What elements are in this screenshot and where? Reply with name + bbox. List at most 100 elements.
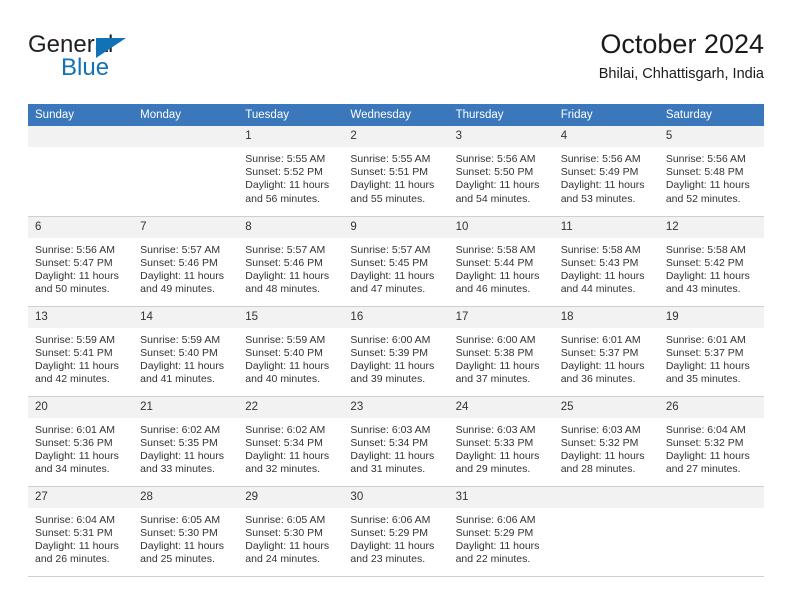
daylight-text-line2: and 27 minutes.: [665, 463, 741, 476]
sunrise-text: Sunrise: 5:57 AM: [245, 243, 326, 256]
sunset-text: Sunset: 5:38 PM: [455, 346, 534, 359]
sunrise-text: Sunrise: 6:05 AM: [140, 513, 221, 526]
daylight-text-line2: and 33 minutes.: [140, 463, 215, 476]
calendar-day-cell[interactable]: 21 Sunrise: 6:02 AM Sunset: 5:35 PM Dayligh…: [133, 396, 239, 487]
sunrise-text: Sunrise: 6:04 AM: [35, 513, 115, 526]
day-number: [658, 486, 764, 508]
daylight-text-line1: Daylight: 11 hours: [455, 449, 540, 462]
sunrise-text: Sunrise: 5:57 AM: [350, 243, 431, 256]
calendar-day-cell[interactable]: 28 Sunrise: 6:05 AM Sunset: 5:30 PM Dayligh…: [133, 486, 239, 577]
day-number: [553, 486, 659, 508]
day-details: Sunrise: 6:05 AM Sunset: 5:30 PM Daylight:…: [133, 508, 238, 567]
daylight-text-line2: and 40 minutes.: [245, 373, 320, 386]
calendar-day-cell[interactable]: 9 Sunrise: 5:57 AM Sunset: 5:45 PM Daylight…: [343, 216, 449, 307]
day-details: Sunrise: 6:00 AM Sunset: 5:39 PM Daylight:…: [343, 328, 448, 387]
sunset-text: Sunset: 5:45 PM: [350, 256, 429, 269]
calendar-day-cell[interactable]: 3 Sunrise: 5:56 AM Sunset: 5:50 PM Daylight…: [448, 126, 554, 217]
calendar-day-cell-empty: [28, 126, 134, 217]
sunset-text: Sunset: 5:34 PM: [350, 436, 429, 449]
calendar-day-cell[interactable]: 11 Sunrise: 5:58 AM Sunset: 5:43 PM Dayligh…: [553, 216, 659, 307]
day-details: Sunrise: 6:02 AM Sunset: 5:34 PM Daylight:…: [238, 418, 343, 477]
sunrise-text: Sunrise: 6:00 AM: [350, 333, 431, 346]
calendar-day-cell[interactable]: 6 Sunrise: 5:56 AM Sunset: 5:47 PM Daylight…: [28, 216, 134, 307]
daylight-text-line1: Daylight: 11 hours: [35, 539, 119, 552]
daylight-text-line1: Daylight: 11 hours: [140, 269, 224, 282]
sunrise-text: Sunrise: 6:02 AM: [140, 423, 221, 436]
daylight-text-line2: and 22 minutes.: [455, 553, 531, 566]
calendar-day-cell[interactable]: 22 Sunrise: 6:02 AM Sunset: 5:34 PM Dayligh…: [238, 396, 344, 487]
calendar-day-cell[interactable]: 10 Sunrise: 5:58 AM Sunset: 5:44 PM Dayligh…: [448, 216, 554, 307]
calendar-grid: Sunday Monday Tuesday Wednesday Thursday…: [28, 104, 764, 577]
sunset-text: Sunset: 5:46 PM: [140, 256, 218, 269]
calendar-day-cell[interactable]: 15 Sunrise: 5:59 AM Sunset: 5:40 PM Dayligh…: [238, 306, 344, 397]
daylight-text-line2: and 26 minutes.: [35, 553, 110, 566]
calendar-day-cell[interactable]: 24 Sunrise: 6:03 AM Sunset: 5:33 PM Dayligh…: [448, 396, 554, 487]
calendar-day-cell[interactable]: 8 Sunrise: 5:57 AM Sunset: 5:46 PM Daylight…: [238, 216, 344, 307]
day-details: Sunrise: 6:06 AM Sunset: 5:29 PM Daylight:…: [449, 508, 554, 567]
calendar-day-cell[interactable]: 12 Sunrise: 5:58 AM Sunset: 5:42 PM Dayligh…: [658, 216, 764, 307]
sunset-text: Sunset: 5:32 PM: [665, 436, 744, 449]
calendar-day-cell[interactable]: 16 Sunrise: 6:00 AM Sunset: 5:39 PM Dayligh…: [343, 306, 449, 397]
calendar-day-cell[interactable]: 20 Sunrise: 6:01 AM Sunset: 5:36 PM Dayligh…: [28, 396, 134, 487]
daylight-text-line1: Daylight: 11 hours: [140, 449, 224, 462]
calendar-day-cell[interactable]: 27 Sunrise: 6:04 AM Sunset: 5:31 PM Dayligh…: [28, 486, 134, 577]
sunrise-text: Sunrise: 6:03 AM: [560, 423, 641, 436]
calendar-week-row: 13 Sunrise: 5:59 AM Sunset: 5:41 PM Dayligh…: [28, 306, 764, 397]
calendar-day-cell[interactable]: 18 Sunrise: 6:01 AM Sunset: 5:37 PM Dayligh…: [553, 306, 659, 397]
calendar-body: 1 Sunrise: 5:55 AM Sunset: 5:52 PM Daylight…: [28, 126, 764, 577]
day-number: 19: [658, 306, 764, 328]
day-number: 21: [133, 396, 239, 418]
day-number: 3: [448, 126, 554, 147]
calendar-day-cell[interactable]: 14 Sunrise: 5:59 AM Sunset: 5:40 PM Dayligh…: [133, 306, 239, 397]
calendar-day-cell[interactable]: 2 Sunrise: 5:55 AM Sunset: 5:51 PM Daylight…: [343, 126, 449, 217]
daylight-text-line1: Daylight: 11 hours: [350, 269, 435, 282]
daylight-text-line2: and 36 minutes.: [560, 373, 636, 386]
day-number: 16: [343, 306, 449, 328]
daylight-text-line1: Daylight: 11 hours: [140, 359, 224, 372]
day-number: 13: [28, 306, 134, 328]
sunset-text: Sunset: 5:34 PM: [245, 436, 323, 449]
daylight-text-line1: Daylight: 11 hours: [35, 359, 119, 372]
daylight-text-line1: Daylight: 11 hours: [665, 179, 750, 192]
day-number: 24: [448, 396, 554, 418]
calendar-day-cell[interactable]: 4 Sunrise: 5:56 AM Sunset: 5:49 PM Daylight…: [553, 126, 659, 217]
calendar-day-cell[interactable]: 5 Sunrise: 5:56 AM Sunset: 5:48 PM Daylight…: [658, 126, 764, 217]
calendar-day-cell[interactable]: 31 Sunrise: 6:06 AM Sunset: 5:29 PM Dayligh…: [448, 486, 554, 577]
sunrise-text: Sunrise: 5:56 AM: [35, 243, 115, 256]
sunrise-text: Sunrise: 6:01 AM: [35, 423, 115, 436]
calendar-page: General Blue October 2024 Bhilai, Chhatt…: [0, 0, 792, 612]
calendar-day-cell[interactable]: 1 Sunrise: 5:55 AM Sunset: 5:52 PM Daylight…: [238, 126, 344, 217]
calendar-day-cell[interactable]: 29 Sunrise: 6:05 AM Sunset: 5:30 PM Dayligh…: [238, 486, 344, 577]
sunrise-text: Sunrise: 6:06 AM: [350, 513, 431, 526]
day-details: Sunrise: 5:58 AM Sunset: 5:43 PM Daylight:…: [554, 238, 659, 297]
sunrise-text: Sunrise: 5:57 AM: [140, 243, 221, 256]
sunset-text: Sunset: 5:47 PM: [35, 256, 113, 269]
calendar-week-row: 20 Sunrise: 6:01 AM Sunset: 5:36 PM Dayligh…: [28, 396, 764, 487]
daylight-text-line2: and 42 minutes.: [35, 373, 110, 386]
calendar-day-cell[interactable]: 19 Sunrise: 6:01 AM Sunset: 5:37 PM Dayligh…: [658, 306, 764, 397]
daylight-text-line1: Daylight: 11 hours: [560, 449, 645, 462]
sunrise-text: Sunrise: 5:59 AM: [245, 333, 326, 346]
calendar-day-cell[interactable]: 26 Sunrise: 6:04 AM Sunset: 5:32 PM Dayligh…: [658, 396, 764, 487]
daylight-text-line2: and 37 minutes.: [455, 373, 531, 386]
calendar-day-cell[interactable]: 7 Sunrise: 5:57 AM Sunset: 5:46 PM Daylight…: [133, 216, 239, 307]
sunset-text: Sunset: 5:48 PM: [665, 166, 744, 179]
daylight-text-line2: and 53 minutes.: [560, 192, 636, 205]
day-number: 17: [448, 306, 554, 328]
day-details: Sunrise: 5:58 AM Sunset: 5:42 PM Daylight:…: [659, 238, 764, 297]
calendar-day-cell[interactable]: 30 Sunrise: 6:06 AM Sunset: 5:29 PM Dayligh…: [343, 486, 449, 577]
calendar-day-cell[interactable]: 13 Sunrise: 5:59 AM Sunset: 5:41 PM Dayligh…: [28, 306, 134, 397]
day-number: 25: [553, 396, 659, 418]
daylight-text-line2: and 34 minutes.: [35, 463, 110, 476]
day-number: 5: [658, 126, 764, 147]
daylight-text-line2: and 52 minutes.: [665, 192, 741, 205]
day-details: Sunrise: 6:00 AM Sunset: 5:38 PM Daylight:…: [449, 328, 554, 387]
calendar-day-cell[interactable]: 25 Sunrise: 6:03 AM Sunset: 5:32 PM Dayligh…: [553, 396, 659, 487]
day-details: Sunrise: 5:56 AM Sunset: 5:48 PM Daylight:…: [659, 147, 764, 206]
weekday-header-friday: Friday: [553, 104, 659, 126]
day-details: Sunrise: 5:55 AM Sunset: 5:52 PM Daylight:…: [238, 147, 343, 206]
calendar-day-cell[interactable]: 23 Sunrise: 6:03 AM Sunset: 5:34 PM Dayligh…: [343, 396, 449, 487]
sunrise-text: Sunrise: 6:03 AM: [455, 423, 536, 436]
calendar-day-cell[interactable]: 17 Sunrise: 6:00 AM Sunset: 5:38 PM Dayligh…: [448, 306, 554, 397]
calendar-week-row: 6 Sunrise: 5:56 AM Sunset: 5:47 PM Daylight…: [28, 216, 764, 307]
